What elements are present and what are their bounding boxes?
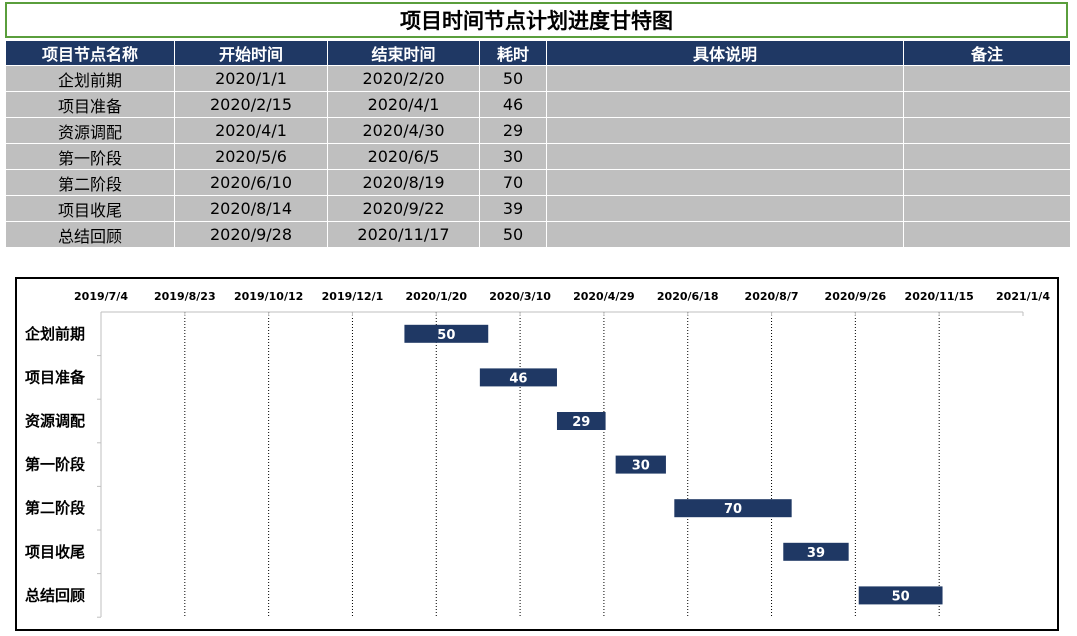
- cell-end-date[interactable]: 2020/4/30: [327, 117, 480, 144]
- table-row: 项目收尾 2020/8/14 2020/9/22 39: [5, 195, 1071, 222]
- bar-value-label: 50: [437, 328, 455, 343]
- x-tick-label: 2021/1/4: [996, 290, 1050, 303]
- x-tick-label: 2020/9/26: [825, 290, 887, 303]
- cell-end-date[interactable]: 2020/6/5: [327, 143, 480, 170]
- category-label: 项目收尾: [25, 543, 85, 561]
- cell-end-date[interactable]: 2020/9/22: [327, 195, 480, 222]
- cell-description[interactable]: [546, 195, 904, 222]
- cell-description[interactable]: [546, 117, 904, 144]
- x-tick-label: 2020/4/29: [573, 290, 635, 303]
- cell-node-name[interactable]: 总结回顾: [5, 221, 175, 248]
- sheet-title: 项目时间节点计划进度甘特图: [5, 2, 1068, 38]
- table-row: 企划前期 2020/1/1 2020/2/20 50: [5, 65, 1071, 92]
- cell-duration[interactable]: 70: [479, 169, 547, 196]
- cell-remarks[interactable]: [903, 117, 1071, 144]
- cell-remarks[interactable]: [903, 221, 1071, 248]
- cell-description[interactable]: [546, 65, 904, 92]
- cell-end-date[interactable]: 2020/8/19: [327, 169, 480, 196]
- header-end-date[interactable]: 结束时间: [327, 40, 480, 66]
- bar-value-label: 29: [572, 415, 590, 430]
- gantt-chart-svg: 2019/7/4 2019/8/23 2019/10/12 2019/12/1 2020…: [24, 290, 1050, 618]
- x-tick-label: 2019/10/12: [234, 290, 303, 303]
- x-tick-label: 2019/12/1: [322, 290, 384, 303]
- table-row: 项目准备 2020/2/15 2020/4/1 46: [5, 91, 1071, 118]
- cell-duration[interactable]: 39: [479, 195, 547, 222]
- cell-duration[interactable]: 46: [479, 91, 547, 118]
- cell-end-date[interactable]: 2020/11/17: [327, 221, 480, 248]
- cell-start-date[interactable]: 2020/2/15: [174, 91, 328, 118]
- x-tick-label: 2020/1/20: [405, 290, 467, 303]
- cell-node-name[interactable]: 项目准备: [5, 91, 175, 118]
- header-node-name[interactable]: 项目节点名称: [5, 40, 175, 66]
- cell-node-name[interactable]: 企划前期: [5, 65, 175, 92]
- schedule-table: 项目节点名称 开始时间 结束时间 耗时 具体说明 备注 企划前期 2020/1/…: [5, 40, 1071, 248]
- table-row: 第二阶段 2020/6/10 2020/8/19 70: [5, 169, 1071, 196]
- x-tick-label: 2020/8/7: [745, 290, 799, 303]
- x-tick-label: 2020/6/18: [657, 290, 719, 303]
- cell-remarks[interactable]: [903, 195, 1071, 222]
- header-remarks[interactable]: 备注: [903, 40, 1071, 66]
- cell-start-date[interactable]: 2020/8/14: [174, 195, 328, 222]
- table-header-row: 项目节点名称 开始时间 结束时间 耗时 具体说明 备注: [5, 40, 1071, 66]
- bar-value-label: 70: [724, 502, 742, 517]
- cell-duration[interactable]: 30: [479, 143, 547, 170]
- category-label: 第二阶段: [25, 499, 85, 517]
- bar-value-label: 50: [892, 589, 910, 604]
- category-label: 资源调配: [25, 412, 85, 430]
- bar-value-label: 39: [807, 546, 825, 561]
- category-label: 项目准备: [25, 368, 86, 386]
- cell-remarks[interactable]: [903, 143, 1071, 170]
- cell-duration[interactable]: 50: [479, 65, 547, 92]
- cell-description[interactable]: [546, 143, 904, 170]
- cell-remarks[interactable]: [903, 169, 1071, 196]
- table-row: 第一阶段 2020/5/6 2020/6/5 30: [5, 143, 1071, 170]
- cell-start-date[interactable]: 2020/1/1: [174, 65, 328, 92]
- cell-duration[interactable]: 50: [479, 221, 547, 248]
- cell-remarks[interactable]: [903, 65, 1071, 92]
- cell-node-name[interactable]: 第一阶段: [5, 143, 175, 170]
- table-row: 总结回顾 2020/9/28 2020/11/17 50: [5, 221, 1071, 248]
- cell-start-date[interactable]: 2020/6/10: [174, 169, 328, 196]
- cell-node-name[interactable]: 资源调配: [5, 117, 175, 144]
- header-start-date[interactable]: 开始时间: [174, 40, 328, 66]
- cell-description[interactable]: [546, 221, 904, 248]
- x-tick-label: 2020/11/15: [905, 290, 974, 303]
- cell-node-name[interactable]: 项目收尾: [5, 195, 175, 222]
- cell-start-date[interactable]: 2020/4/1: [174, 117, 328, 144]
- cell-node-name[interactable]: 第二阶段: [5, 169, 175, 196]
- cell-description[interactable]: [546, 169, 904, 196]
- x-tick-label: 2019/8/23: [154, 290, 216, 303]
- cell-duration[interactable]: 29: [479, 117, 547, 144]
- category-label: 第一阶段: [25, 456, 85, 474]
- cell-remarks[interactable]: [903, 91, 1071, 118]
- header-duration[interactable]: 耗时: [479, 40, 547, 66]
- cell-end-date[interactable]: 2020/4/1: [327, 91, 480, 118]
- table-row: 资源调配 2020/4/1 2020/4/30 29: [5, 117, 1071, 144]
- cell-end-date[interactable]: 2020/2/20: [327, 65, 480, 92]
- category-label: 企划前期: [24, 325, 85, 343]
- bar-value-label: 46: [509, 371, 527, 386]
- gantt-chart[interactable]: 2019/7/4 2019/8/23 2019/10/12 2019/12/1 2020…: [15, 277, 1059, 631]
- bar-value-label: 30: [632, 459, 650, 474]
- x-tick-label: 2019/7/4: [74, 290, 128, 303]
- cell-start-date[interactable]: 2020/9/28: [174, 221, 328, 248]
- cell-start-date[interactable]: 2020/5/6: [174, 143, 328, 170]
- category-label: 总结回顾: [25, 586, 85, 604]
- x-tick-label: 2020/3/10: [489, 290, 551, 303]
- header-description[interactable]: 具体说明: [546, 40, 904, 66]
- cell-description[interactable]: [546, 91, 904, 118]
